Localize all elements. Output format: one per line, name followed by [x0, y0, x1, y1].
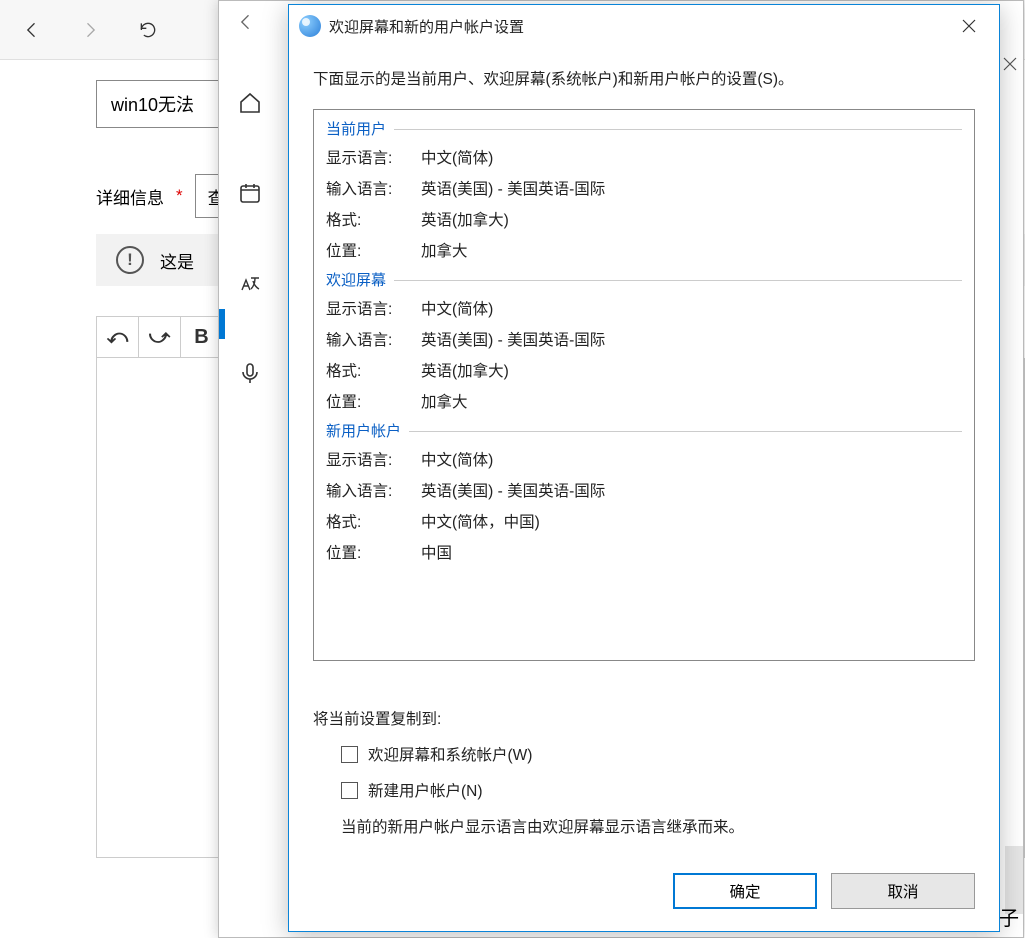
settings-row: 位置:加拿大 — [326, 236, 962, 267]
dialog-intro: 下面显示的是当前用户、欢迎屏幕(系统帐户)和新用户帐户的设置(S)。 — [313, 67, 975, 89]
settings-row: 位置:加拿大 — [326, 387, 962, 418]
back-button[interactable] — [8, 6, 56, 54]
checkbox-label: 新建用户帐户(N) — [368, 779, 483, 801]
checkbox-icon — [341, 746, 358, 763]
section-divider — [394, 280, 962, 281]
settings-value: 中文(简体) — [421, 143, 493, 174]
settings-value: 中文(简体，中国) — [421, 507, 540, 538]
settings-row: 输入语言:英语(美国) - 美国英语-国际 — [326, 476, 962, 507]
checkbox-welcome-screen[interactable]: 欢迎屏幕和系统帐户(W) — [313, 743, 975, 765]
dialog-titlebar: 欢迎屏幕和新的用户帐户设置 — [289, 5, 999, 47]
settings-value: 英语(加拿大) — [421, 356, 509, 387]
settings-key: 格式: — [326, 205, 421, 236]
settings-value: 英语(美国) - 美国英语-国际 — [421, 325, 605, 356]
undo-button[interactable]: ⤺ — [97, 317, 139, 357]
settings-panel: 当前用户显示语言:中文(简体)输入语言:英语(美国) - 美国英语-国际格式:英… — [313, 109, 975, 661]
home-icon[interactable] — [230, 83, 270, 123]
checkbox-icon — [341, 782, 358, 799]
copy-section: 将当前设置复制到: 欢迎屏幕和系统帐户(W) 新建用户帐户(N) 当前的新用户帐… — [313, 707, 975, 837]
settings-key: 输入语言: — [326, 325, 421, 356]
details-label: 详细信息 — [96, 184, 164, 209]
settings-row: 格式:中文(简体，中国) — [326, 507, 962, 538]
settings-value: 中国 — [421, 538, 452, 569]
settings-key: 位置: — [326, 387, 421, 418]
settings-key: 输入语言: — [326, 174, 421, 205]
settings-row: 输入语言:英语(美国) - 美国英语-国际 — [326, 174, 962, 205]
dialog-body: 下面显示的是当前用户、欢迎屏幕(系统帐户)和新用户帐户的设置(S)。 当前用户显… — [289, 47, 999, 853]
settings-section: 欢迎屏幕显示语言:中文(简体)输入语言:英语(美国) - 美国英语-国际格式:英… — [326, 269, 962, 418]
settings-value: 英语(加拿大) — [421, 205, 509, 236]
settings-key: 位置: — [326, 538, 421, 569]
dialog-footer: 确定 取消 — [289, 853, 999, 931]
settings-row: 格式:英语(加拿大) — [326, 356, 962, 387]
close-button[interactable] — [949, 11, 989, 41]
calendar-icon[interactable] — [230, 173, 270, 213]
settings-value: 英语(美国) - 美国英语-国际 — [421, 174, 605, 205]
settings-row: 显示语言:中文(简体) — [326, 143, 962, 174]
settings-value: 中文(简体) — [421, 294, 493, 325]
settings-value: 英语(美国) - 美国英语-国际 — [421, 476, 605, 507]
settings-back-button[interactable] — [227, 3, 265, 41]
settings-key: 输入语言: — [326, 476, 421, 507]
settings-sidebar — [219, 61, 281, 393]
copy-label: 将当前设置复制到: — [313, 707, 975, 729]
settings-section: 新用户帐户显示语言:中文(简体)输入语言:英语(美国) - 美国英语-国际格式:… — [326, 420, 962, 569]
language-icon[interactable] — [230, 263, 270, 303]
settings-row: 显示语言:中文(简体) — [326, 445, 962, 476]
welcome-screen-dialog: 欢迎屏幕和新的用户帐户设置 下面显示的是当前用户、欢迎屏幕(系统帐户)和新用户帐… — [288, 4, 1000, 932]
editor-toolbar: ⤺ ⤻ B — [96, 316, 224, 358]
bold-button[interactable]: B — [181, 317, 223, 357]
checkbox-label: 欢迎屏幕和系统帐户(W) — [368, 743, 532, 765]
checkbox-new-user[interactable]: 新建用户帐户(N) — [313, 779, 975, 801]
section-title: 欢迎屏幕 — [326, 269, 386, 290]
mic-icon[interactable] — [230, 353, 270, 393]
settings-section: 当前用户显示语言:中文(简体)输入语言:英语(美国) - 美国英语-国际格式:英… — [326, 118, 962, 267]
required-mark: * — [176, 186, 183, 206]
settings-key: 格式: — [326, 507, 421, 538]
globe-icon — [299, 15, 321, 37]
redo-button[interactable]: ⤻ — [139, 317, 181, 357]
settings-value: 加拿大 — [421, 236, 468, 267]
refresh-button[interactable] — [124, 6, 172, 54]
settings-row: 位置:中国 — [326, 538, 962, 569]
cancel-button[interactable]: 取消 — [831, 873, 975, 909]
section-title: 新用户帐户 — [326, 420, 401, 441]
settings-key: 格式: — [326, 356, 421, 387]
dialog-title: 欢迎屏幕和新的用户帐户设置 — [329, 16, 524, 37]
settings-key: 显示语言: — [326, 143, 421, 174]
section-title: 当前用户 — [326, 118, 386, 139]
settings-row: 显示语言:中文(简体) — [326, 294, 962, 325]
inherit-note: 当前的新用户帐户显示语言由欢迎屏幕显示语言继承而来。 — [313, 815, 975, 837]
forward-button[interactable] — [66, 6, 114, 54]
ok-button[interactable]: 确定 — [673, 873, 817, 909]
settings-key: 位置: — [326, 236, 421, 267]
info-icon: ! — [116, 246, 144, 274]
bottom-char: 子 — [999, 902, 1019, 931]
settings-value: 加拿大 — [421, 387, 468, 418]
settings-value: 中文(简体) — [421, 445, 493, 476]
section-divider — [394, 129, 962, 130]
settings-key: 显示语言: — [326, 445, 421, 476]
settings-row: 格式:英语(加拿大) — [326, 205, 962, 236]
close-icon[interactable] — [1003, 51, 1023, 71]
settings-row: 输入语言:英语(美国) - 美国英语-国际 — [326, 325, 962, 356]
alert-text: 这是 — [160, 248, 194, 273]
section-divider — [409, 431, 962, 432]
settings-key: 显示语言: — [326, 294, 421, 325]
